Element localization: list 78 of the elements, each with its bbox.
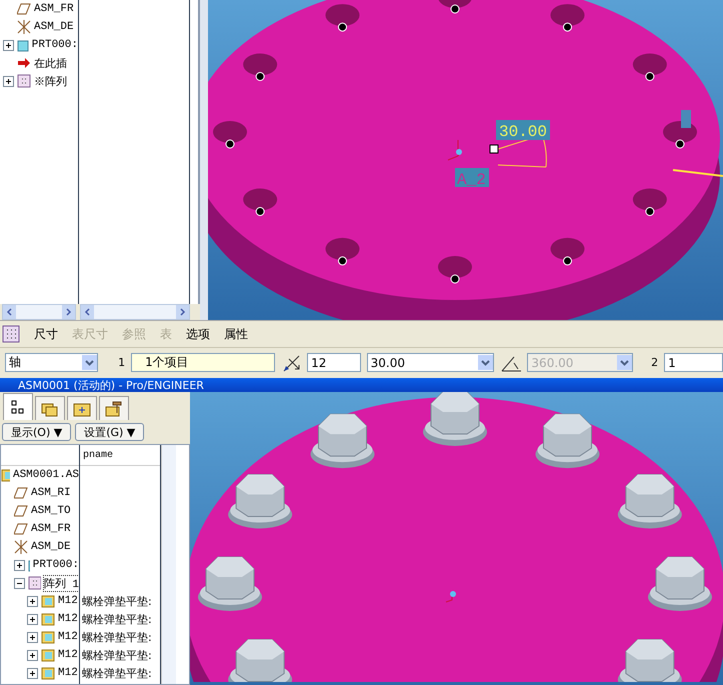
tree-item[interactable]: PRT000: <box>32 39 78 51</box>
scroll-left-icon[interactable] <box>3 305 16 319</box>
tree-icon <box>10 399 26 415</box>
axis-triad-icon <box>448 140 462 160</box>
tree-item[interactable]: ASM0001.AS <box>12 469 79 481</box>
table-cell: 螺栓弹垫平垫: <box>82 648 152 662</box>
menu-button[interactable]: 设置(G) ▼ <box>75 423 144 441</box>
component-icon <box>41 666 55 680</box>
scroll-left-icon[interactable] <box>81 305 94 319</box>
reference-field[interactable]: 1个项目 <box>131 353 276 372</box>
pattern-icon <box>17 74 31 88</box>
datum-plane-icon <box>14 505 28 517</box>
component-icon <box>41 594 55 608</box>
panel-tab[interactable] <box>99 396 129 420</box>
expand-toggle[interactable] <box>27 632 38 642</box>
pattern-icon <box>28 576 41 590</box>
tree-item[interactable]: ASM_DE <box>31 541 71 553</box>
expand-toggle[interactable] <box>3 40 14 50</box>
menu-button[interactable]: 显示(O) ▼ <box>2 423 72 441</box>
axis-label: A_2 <box>457 171 486 189</box>
tree-item[interactable]: ASM_FR <box>31 523 71 535</box>
tree-item[interactable]: M12 <box>58 595 78 607</box>
second-count-field[interactable]: 1 <box>664 353 723 372</box>
dashboard-tab[interactable]: 属性 <box>224 326 248 342</box>
coordinate-system-icon <box>17 20 31 34</box>
tree-item[interactable]: 阵列 1 <box>44 576 79 590</box>
expand-toggle[interactable] <box>27 596 38 606</box>
tree-item[interactable]: ASM_TO <box>31 505 71 517</box>
vertical-scrollbar[interactable] <box>161 445 176 684</box>
expand-toggle[interactable] <box>27 668 38 678</box>
pattern-grid-icon <box>2 325 20 343</box>
column-header[interactable]: pname <box>80 445 160 466</box>
datum-plane-icon <box>17 3 31 15</box>
count-field[interactable]: 12 <box>307 353 361 372</box>
tree-item[interactable]: M12 <box>58 667 78 679</box>
scroll-right-icon[interactable] <box>62 305 75 319</box>
table-cell: 螺栓弹垫平垫: <box>82 630 152 644</box>
table-cell: 螺栓弹垫平垫: <box>82 612 152 626</box>
horizontal-scrollbar[interactable] <box>80 304 190 320</box>
window-title: ASM0001 (活动的) - Pro/ENGINEER <box>0 378 723 392</box>
expand-toggle[interactable] <box>3 76 14 86</box>
expand-toggle[interactable] <box>14 578 25 588</box>
pattern-type-select[interactable]: 轴 <box>5 353 98 372</box>
component-icon <box>41 630 55 644</box>
tree-item[interactable]: ※阵列 <box>34 74 67 88</box>
dashboard-tab[interactable]: 尺寸 <box>34 326 58 342</box>
tree-item[interactable]: M12 <box>58 649 78 661</box>
expand-toggle[interactable] <box>27 614 38 624</box>
assembly-icon <box>1 468 10 482</box>
tree-item[interactable]: M12 <box>58 631 78 643</box>
scroll-right-icon[interactable] <box>176 305 189 319</box>
tree-item[interactable]: 在此插 <box>34 56 67 70</box>
axis-triad-icon <box>446 591 456 602</box>
datum-plane-icon <box>14 487 28 499</box>
expand-toggle[interactable] <box>14 560 25 570</box>
hammer-folder-icon <box>105 400 123 416</box>
datum-plane-icon <box>14 523 28 535</box>
horizontal-scrollbar[interactable] <box>2 304 76 320</box>
part-icon <box>17 38 29 52</box>
dimension-flip-icon[interactable] <box>281 352 302 373</box>
dashboard-tab[interactable]: 选项 <box>186 326 210 342</box>
coordinate-system-icon <box>14 540 28 554</box>
direction-number: 2 <box>651 356 658 370</box>
table-cell: 螺栓弹垫平垫: <box>82 594 152 608</box>
tree-item[interactable]: M12 <box>58 613 78 625</box>
expand-toggle[interactable] <box>27 650 38 660</box>
folders-icon <box>41 400 59 416</box>
table-cell: 螺栓弹垫平垫: <box>82 666 152 680</box>
arrow-icon <box>17 57 31 69</box>
tree-item[interactable]: PRT000: <box>32 559 79 571</box>
tree-item[interactable]: ASM_FR <box>34 3 74 15</box>
tree-item[interactable]: ASM_DE <box>34 21 74 33</box>
component-icon <box>41 612 55 626</box>
component-icon <box>41 648 55 662</box>
panel-tab[interactable] <box>3 393 33 420</box>
tree-item[interactable]: ASM_RI <box>31 487 71 499</box>
increment-select[interactable]: 30.00 <box>366 353 494 372</box>
direction-number: 1 <box>118 356 126 370</box>
